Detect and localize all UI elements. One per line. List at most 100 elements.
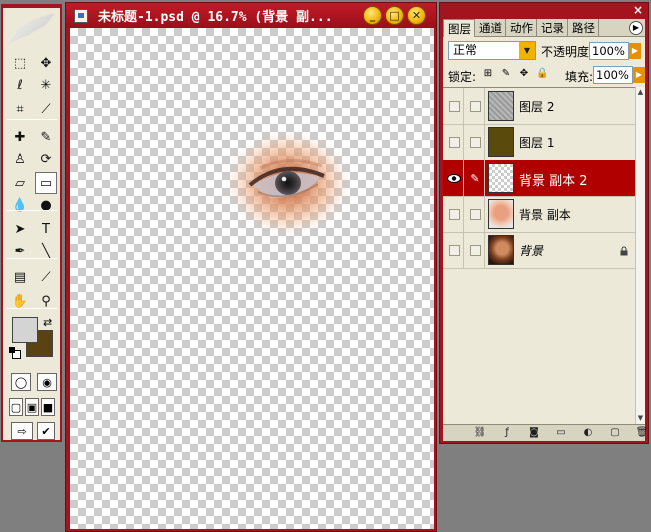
fullscreen-mode-button[interactable]: ■ (41, 398, 55, 416)
blend-mode-select[interactable]: 正常 ▼ (448, 41, 536, 60)
lock-all-icon[interactable]: 🔒 (536, 68, 548, 80)
move-icon[interactable]: ✥ (35, 52, 57, 74)
brush-icon[interactable]: ✎ (466, 160, 485, 196)
folder-icon[interactable]: ▭ (554, 427, 568, 439)
crop-icon[interactable]: ⌗ (9, 98, 31, 120)
swap-colors-icon[interactable]: ⇄ (43, 316, 52, 329)
path-select-icon[interactable]: ➤ (9, 218, 31, 240)
scroll-up-icon[interactable]: ▲ (636, 88, 645, 97)
layer-thumbnail (488, 235, 514, 265)
opacity-label: 不透明度: (541, 45, 594, 59)
document-window: 未标题-1.psd @ 16.7% (背景 副... _ □ ✕ (65, 2, 437, 532)
notes-icon[interactable]: ▤ (9, 266, 31, 288)
layer-row[interactable]: 背景 (443, 232, 635, 269)
visibility-toggle[interactable] (445, 196, 464, 232)
layer-thumbnail (488, 163, 514, 193)
layer-style-icon[interactable]: ƒ (500, 427, 514, 439)
chevron-down-icon[interactable]: ▼ (519, 42, 535, 59)
layer-thumbnail (488, 91, 514, 121)
quick-mask-mode-button[interactable]: ◉ (37, 373, 57, 391)
default-colors-icon[interactable] (9, 347, 21, 359)
eraser-icon[interactable]: ▱ (9, 172, 31, 194)
adjustment-icon[interactable]: ◐ (581, 427, 595, 439)
layer-row[interactable]: 图层 2 (443, 88, 635, 125)
toolbox-divider (7, 119, 57, 120)
layer-name: 背景 (519, 244, 544, 258)
magic-wand-icon[interactable]: ✳ (35, 74, 57, 96)
palette-menu-arrow-icon[interactable]: ▶ (629, 21, 643, 35)
document-titlebar[interactable]: 未标题-1.psd @ 16.7% (背景 副... _ □ ✕ (66, 3, 436, 28)
healing-brush-icon[interactable]: ✚ (9, 126, 31, 148)
link-toggle[interactable] (466, 88, 485, 124)
link-toggle[interactable] (466, 124, 485, 160)
link-toggle[interactable] (466, 196, 485, 232)
brush-icon[interactable]: ✎ (35, 126, 57, 148)
history-brush-icon[interactable]: ⟳ (35, 148, 57, 170)
layers-palette-titlebar[interactable]: × (440, 3, 648, 19)
layer-list-scrollbar[interactable]: ▲ ▼ (635, 87, 645, 424)
type-icon[interactable]: T (35, 218, 57, 240)
marquee-icon[interactable]: ⬚ (9, 52, 31, 74)
foreground-color-swatch[interactable] (12, 317, 38, 343)
lock-position-icon[interactable]: ✥ (518, 68, 530, 80)
opacity-slider-arrow-icon[interactable]: ▶ (629, 43, 641, 59)
lock-row: 锁定: ⊞ ✎ ✥ 🔒 填充: 100% ▶ (447, 65, 645, 85)
imageready-icon[interactable]: ✔ (37, 422, 55, 440)
minimize-button[interactable]: _ (363, 6, 382, 25)
eyedropper-icon[interactable]: ⟋ (35, 266, 57, 288)
blur-icon[interactable]: 💧 (9, 194, 31, 216)
toolbox-divider (7, 258, 57, 259)
layer-row[interactable]: ✎ 背景 副本 2 (443, 160, 635, 197)
new-layer-icon[interactable]: ▢ (608, 427, 622, 439)
visibility-toggle[interactable] (445, 124, 464, 160)
lock-transparency-icon[interactable]: ⊞ (482, 68, 494, 80)
palette-tabs: 图层 通道 动作 记录 路径 ▶ (443, 19, 645, 37)
lock-image-icon[interactable]: ✎ (500, 68, 512, 80)
layer-thumbnail (488, 127, 514, 157)
layer-thumbnail (488, 199, 514, 229)
dodge-icon[interactable]: ● (35, 194, 57, 216)
document-title: 未标题-1.psd @ 16.7% (背景 副... (98, 10, 333, 25)
lasso-icon[interactable]: ℓ (9, 74, 31, 96)
layer-name: 图层 2 (519, 100, 555, 114)
visibility-toggle[interactable] (445, 88, 464, 124)
blend-mode-value: 正常 (453, 43, 478, 57)
clone-stamp-icon[interactable]: ♙ (9, 148, 31, 170)
standard-screen-mode-button[interactable]: ▢ (9, 398, 23, 416)
visibility-toggle[interactable] (445, 232, 464, 268)
blend-row: 正常 ▼ 不透明度: 100% ▶ (447, 41, 643, 61)
tab-layers[interactable]: 图层 (443, 19, 475, 37)
layer-row[interactable]: 背景 副本 (443, 196, 635, 233)
document-icon (74, 8, 88, 23)
link-toggle[interactable] (466, 232, 485, 268)
eye-icon[interactable] (445, 160, 464, 196)
close-button[interactable]: ✕ (407, 6, 426, 25)
tab-history[interactable]: 记录 (537, 19, 568, 37)
fill-slider-arrow-icon[interactable]: ▶ (633, 67, 645, 83)
toolbox-divider (7, 210, 57, 211)
tool-palette: ⬚ ✥ ℓ ✳ ⌗ ⟋ ✚ ✎ ♙ ⟳ ▱ ▭ 💧 ● ➤ T ✒ ╲ ▤ ⟋ ✋ ⚲ ⇄ ◯ ◉ ▢ ▣ ■ ⇨ ✔ (1, 4, 62, 442)
jump-to-imageready-button[interactable]: ⇨ (11, 422, 33, 440)
layer-row[interactable]: 图层 1 (443, 124, 635, 161)
mask-icon[interactable]: ◙ (527, 427, 541, 439)
eye-image-layer (226, 131, 350, 235)
layers-palette-body: 图层 通道 动作 记录 路径 ▶ 正常 ▼ 不透明度: 100% ▶ 锁定: ⊞… (443, 19, 648, 441)
photoshop-feather-logo (9, 13, 55, 43)
opacity-input[interactable]: 100% (589, 42, 629, 60)
tab-paths[interactable]: 路径 (568, 19, 599, 37)
fullscreen-menu-mode-button[interactable]: ▣ (25, 398, 39, 416)
maximize-button[interactable]: □ (385, 6, 404, 25)
slice-icon[interactable]: ⟋ (35, 98, 57, 120)
toolbox-divider (7, 308, 57, 309)
standard-mode-button[interactable]: ◯ (11, 373, 31, 391)
link-icon[interactable]: ⛓ (473, 427, 487, 439)
lock-icon (619, 245, 629, 256)
palette-close-button[interactable]: × (631, 4, 645, 17)
trash-icon[interactable]: 🗑 (635, 427, 649, 439)
image-canvas[interactable] (70, 28, 434, 529)
fill-input[interactable]: 100% (593, 66, 633, 84)
tab-actions[interactable]: 动作 (506, 19, 537, 37)
tab-channels[interactable]: 通道 (475, 19, 506, 37)
scroll-down-icon[interactable]: ▼ (636, 414, 645, 423)
gradient-icon[interactable]: ▭ (35, 172, 57, 194)
